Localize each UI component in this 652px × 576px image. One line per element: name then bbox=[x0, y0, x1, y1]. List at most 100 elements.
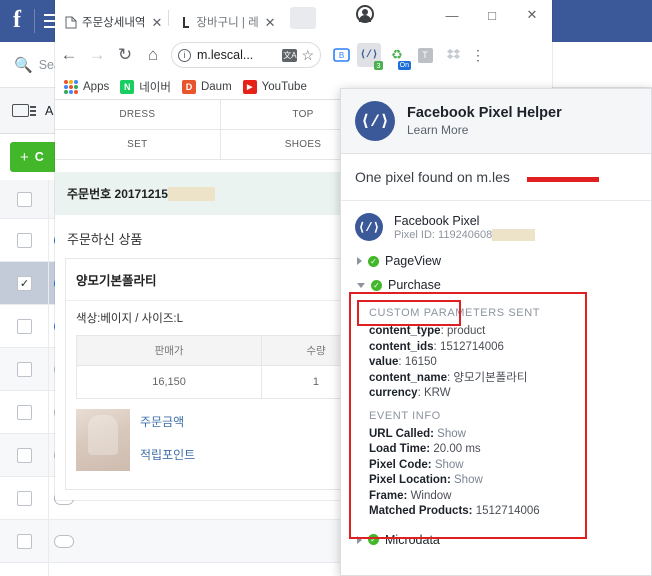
minimize-button[interactable]: — bbox=[432, 8, 472, 23]
info-frame: Frame: Window bbox=[369, 489, 637, 505]
event-purchase[interactable]: ✓ Purchase bbox=[341, 273, 651, 297]
extension-badge-on: On bbox=[397, 61, 411, 70]
chrome-menu-icon[interactable]: ⋮ bbox=[467, 48, 489, 62]
row-checkbox[interactable] bbox=[17, 318, 32, 334]
event-label: Microdata bbox=[385, 532, 440, 547]
window-controls: — □ ✕ bbox=[432, 0, 552, 30]
columns-icon[interactable] bbox=[12, 104, 36, 117]
chevron-right-icon[interactable] bbox=[357, 535, 362, 544]
pixel-id-row: Pixel ID: 1192406087480000 bbox=[394, 228, 536, 241]
pixel-id-masked: 7480000 bbox=[492, 228, 536, 241]
tab-order-detail[interactable]: 주문상세내역 ✕ bbox=[55, 8, 169, 36]
document-icon bbox=[65, 16, 77, 29]
order-number-value: 20171215 bbox=[114, 187, 168, 201]
category-dress[interactable]: DRESS bbox=[55, 100, 221, 129]
custom-params-header: CUSTOM PARAMETERS SENT bbox=[369, 307, 541, 319]
buffer-extension-icon[interactable]: B bbox=[329, 43, 353, 67]
back-button[interactable]: ← bbox=[55, 45, 83, 65]
tab-title: 주문상세내역 bbox=[82, 17, 146, 29]
bookmark-star-icon[interactable]: ☆ bbox=[301, 47, 314, 64]
row-checkbox[interactable] bbox=[17, 447, 32, 463]
recycle-extension-icon[interactable]: ♻ On bbox=[385, 43, 411, 70]
show-link[interactable]: Show bbox=[435, 459, 464, 471]
tab-cart[interactable]: 장바구니 | 레 ✕ bbox=[169, 8, 282, 36]
dropbox-extension-icon[interactable] bbox=[441, 43, 465, 67]
close-icon[interactable]: ✕ bbox=[151, 16, 162, 29]
info-key: Load Time: bbox=[369, 443, 431, 455]
row-checkbox[interactable] bbox=[17, 490, 32, 506]
param-content-type: content_type: product bbox=[369, 325, 486, 337]
info-value: 1512714006 bbox=[475, 505, 540, 517]
info-key: Pixel Location: bbox=[369, 474, 451, 486]
event-microdata[interactable]: ✓ Microdata bbox=[341, 528, 651, 552]
bookmark-apps[interactable]: Apps bbox=[83, 81, 109, 93]
browser-toolbar: ← → ↻ ⌂ i m.lescal... 文A ☆ B ⟨/⟩ 3 ♻ On … bbox=[55, 36, 552, 74]
pixel-found-message: One pixel found on m.lescale.co.kr bbox=[341, 154, 651, 201]
divider bbox=[34, 9, 35, 33]
event-info-header: EVENT INFO bbox=[369, 409, 441, 422]
points-label: 적립포인트 bbox=[140, 448, 196, 462]
row-toggle[interactable] bbox=[54, 534, 74, 548]
show-link[interactable]: Show bbox=[437, 428, 466, 440]
param-value: 양모기본폴라티 bbox=[453, 371, 528, 384]
info-key: URL Called: bbox=[369, 427, 434, 440]
address-bar[interactable]: i m.lescal... 文A ☆ bbox=[171, 42, 321, 68]
chevron-down-icon[interactable] bbox=[357, 282, 365, 288]
reload-button[interactable]: ↻ bbox=[111, 45, 139, 65]
create-button-label: C bbox=[34, 150, 44, 164]
pixel-id-label: Pixel ID: bbox=[394, 228, 435, 241]
check-icon: ✓ bbox=[368, 255, 379, 267]
site-info-icon[interactable]: i bbox=[178, 48, 191, 62]
learn-more-link[interactable]: Learn More bbox=[407, 123, 562, 137]
param-value: 16150 bbox=[404, 356, 437, 368]
pixel-name: Facebook Pixel bbox=[394, 213, 480, 228]
show-link[interactable]: Show bbox=[454, 474, 483, 486]
home-button[interactable]: ⌂ bbox=[139, 45, 167, 65]
category-set[interactable]: SET bbox=[55, 130, 221, 159]
columns-label: A bbox=[45, 103, 54, 118]
close-icon[interactable]: ✕ bbox=[265, 16, 276, 29]
check-icon: ✓ bbox=[368, 534, 379, 545]
pixel-entry: ⟨/⟩ Facebook Pixel Pixel ID: 11924060874… bbox=[341, 201, 651, 249]
select-all-checkbox[interactable] bbox=[17, 191, 32, 207]
facebook-logo-icon[interactable]: f bbox=[4, 8, 30, 34]
event-label: PageView bbox=[385, 254, 442, 268]
check-icon: ✓ bbox=[371, 279, 382, 291]
translate-icon[interactable]: 文A bbox=[282, 48, 298, 62]
forward-button: → bbox=[88, 45, 106, 64]
param-value: KRW bbox=[423, 387, 451, 399]
row-checkbox[interactable] bbox=[17, 533, 32, 549]
summary-labels: 주문금액 적립포인트 bbox=[140, 409, 195, 479]
info-url-called: URL Called: Show bbox=[369, 427, 637, 443]
facebook-pixel-helper-extension-icon[interactable]: ⟨/⟩ 3 bbox=[357, 43, 383, 70]
new-tab-button[interactable] bbox=[289, 7, 316, 29]
order-number-masked: 0000074 bbox=[167, 187, 215, 201]
extension-badge-count: 3 bbox=[374, 61, 383, 70]
pixel-logo-icon: ⟨/⟩ bbox=[355, 213, 383, 241]
bookmark-naver[interactable]: N 네이버 bbox=[120, 79, 171, 95]
bookmark-daum[interactable]: D Daum bbox=[181, 79, 232, 94]
row-checkbox[interactable] bbox=[17, 232, 32, 248]
event-pageview[interactable]: ✓ PageView bbox=[341, 249, 651, 273]
daum-icon: D bbox=[181, 79, 196, 94]
apps-grid-icon[interactable] bbox=[64, 79, 78, 94]
maximize-button[interactable]: □ bbox=[472, 8, 512, 23]
svg-text:B: B bbox=[338, 51, 343, 60]
info-value: Window bbox=[410, 489, 452, 502]
param-key: content_type bbox=[369, 325, 441, 337]
text-tool-extension-icon[interactable]: T bbox=[413, 43, 437, 67]
row-checkbox-checked[interactable]: ✓ bbox=[17, 275, 32, 291]
profile-avatar-icon[interactable] bbox=[356, 5, 374, 23]
param-value: 1512714006 bbox=[439, 340, 504, 353]
close-window-button[interactable]: ✕ bbox=[512, 7, 552, 23]
bookmark-label: 네이버 bbox=[139, 81, 171, 94]
row-checkbox[interactable] bbox=[17, 361, 32, 377]
redaction-bar bbox=[527, 177, 599, 182]
bookmark-youtube[interactable]: ▶ YouTube bbox=[242, 79, 307, 94]
row-checkbox[interactable] bbox=[17, 404, 32, 420]
youtube-icon: ▶ bbox=[242, 79, 257, 94]
cell-price: 16,150 bbox=[75, 365, 263, 399]
info-load-time: Load Time: 20.00 ms bbox=[369, 442, 637, 458]
param-key: content_ids bbox=[369, 340, 434, 353]
chevron-right-icon[interactable] bbox=[357, 257, 362, 265]
